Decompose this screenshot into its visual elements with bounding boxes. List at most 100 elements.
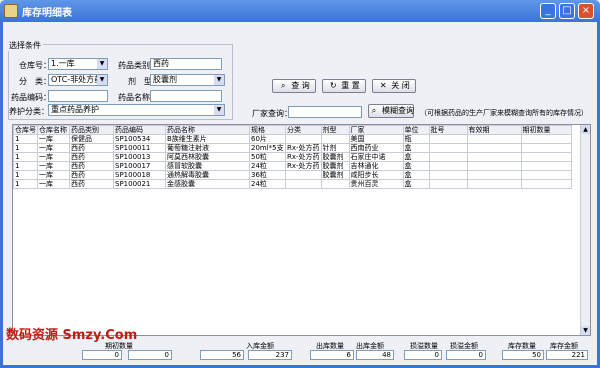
table-cell <box>466 152 522 162</box>
table-cell: 1 <box>13 152 38 162</box>
maker-label: 厂家查询： <box>252 109 292 118</box>
query-button[interactable]: ⌕ 查 询 <box>272 79 316 93</box>
column-header[interactable]: 分类 <box>285 125 322 135</box>
warehouse-value: 1.一库 <box>51 59 75 68</box>
table-cell <box>520 143 572 153</box>
minimize-button[interactable]: _ <box>540 3 556 19</box>
table-body: 1 一库 保健品 SP100534 B族维生素片 60片 美国瓶 1 一库 西药 SP100011 葡… <box>13 134 572 189</box>
category-input[interactable]: 西药 <box>150 58 222 70</box>
table-cell: 36粒 <box>249 170 286 180</box>
table-cell: SP100018 <box>113 170 166 180</box>
table-cell: 石家庄中诺 <box>348 152 404 162</box>
table-cell: Rx-处方药 <box>285 152 322 162</box>
search-icon: ⌕ <box>371 106 377 115</box>
table-cell <box>466 179 522 189</box>
table-cell <box>320 179 350 189</box>
inventory-table[interactable]: 仓库号 仓库名称 药品类别 药品编码 药品名称 规格 分类 剂型 厂家 单位 批号 有效期 期初数量 1… <box>12 124 591 336</box>
search-icon: ⌕ <box>280 81 286 90</box>
out-qty-value: 6 <box>310 350 354 360</box>
table-row[interactable]: 1 一库 西药 SP100011 葡萄糖注射液 20ml*5支 Rx-处方药 针剂 西南药业盒 <box>13 143 572 153</box>
table-cell <box>285 179 322 189</box>
form-select[interactable]: 胶囊剂 ▼ <box>150 74 225 86</box>
column-header[interactable]: 药品编码 <box>113 125 166 135</box>
care-select[interactable]: 重点药品养护 ▼ <box>48 104 225 116</box>
close-button[interactable]: ✕ 关 闭 <box>372 79 416 93</box>
vertical-scrollbar[interactable]: ▲ ▼ <box>580 125 590 335</box>
window-title: 库存明细表 <box>22 8 72 19</box>
column-header[interactable]: 有效期 <box>466 125 522 135</box>
scroll-down-icon[interactable]: ▼ <box>581 326 590 335</box>
column-header[interactable]: 药品名称 <box>165 125 250 135</box>
table-cell: 金感胶囊 <box>165 179 250 189</box>
table-cell <box>428 152 468 162</box>
table-cell: 一库 <box>37 179 70 189</box>
table-row[interactable]: 1 一库 西药 SP100021 金感胶囊 24粒 贵州百灵盒 <box>13 179 572 189</box>
title-bar: 库存明细表 _ □ × <box>0 0 600 22</box>
in-qty-value: 56 <box>200 350 244 360</box>
maximize-button[interactable]: □ <box>559 3 575 19</box>
table-cell: 西药 <box>69 143 114 153</box>
table-cell: 葡萄糖注射液 <box>165 143 250 153</box>
column-header[interactable]: 剂型 <box>320 125 350 135</box>
table-cell <box>520 161 572 171</box>
scroll-up-icon[interactable]: ▲ <box>581 125 590 134</box>
table-cell: 咸阳步长 <box>348 170 404 180</box>
reset-button[interactable]: ↻ 重 置 <box>322 79 366 93</box>
table-cell: Rx-处方药 <box>285 143 322 153</box>
type-select[interactable]: OTC-非处方药 ▼ <box>48 74 108 86</box>
table-cell: 盒 <box>402 143 430 153</box>
table-cell: 1 <box>13 170 38 180</box>
table-cell: 24粒 <box>249 179 286 189</box>
table-cell: 盒 <box>402 152 430 162</box>
column-header[interactable]: 批号 <box>428 125 468 135</box>
table-row[interactable]: 1 一库 西药 SP100013 阿莫西林胶囊 50粒 Rx-处方药 胶囊剂 石家庄中诺盒 <box>13 152 572 162</box>
column-header[interactable]: 期初数量 <box>520 125 572 135</box>
table-cell <box>520 134 572 144</box>
close-window-button[interactable]: × <box>578 3 594 19</box>
table-cell <box>466 170 522 180</box>
column-header[interactable]: 药品类别 <box>69 125 114 135</box>
chevron-down-icon: ▼ <box>214 105 224 115</box>
code-label: 药品编码： <box>11 93 51 102</box>
column-header[interactable]: 规格 <box>249 125 286 135</box>
table-cell: 西药 <box>69 152 114 162</box>
table-cell: 50粒 <box>249 152 286 162</box>
table-cell <box>466 134 522 144</box>
table-cell: 瓶 <box>402 134 430 144</box>
table-cell <box>428 170 468 180</box>
table-cell: SP100021 <box>113 179 166 189</box>
table-cell: B族维生素片 <box>165 134 250 144</box>
table-cell: 感冒软胶囊 <box>165 161 250 171</box>
column-header[interactable]: 仓库名称 <box>37 125 70 135</box>
table-cell: SP100017 <box>113 161 166 171</box>
fuzzy-search-button[interactable]: ⌕ 模糊查询 <box>368 104 414 118</box>
opening-qty-value: 0 <box>82 350 122 360</box>
table-cell: 阿莫西林胶囊 <box>165 152 250 162</box>
table-cell: 24粒 <box>249 161 286 171</box>
form-value: 胶囊剂 <box>153 75 177 84</box>
table-cell <box>520 179 572 189</box>
table-cell <box>520 170 572 180</box>
name-input[interactable] <box>150 90 222 102</box>
table-row[interactable]: 1 一库 西药 SP100018 通热解毒胶囊 36粒 胶囊剂 咸阳步长盒 <box>13 170 572 180</box>
table-cell: 一库 <box>37 152 70 162</box>
column-header[interactable]: 单位 <box>402 125 430 135</box>
table-cell: 1 <box>13 161 38 171</box>
maker-input[interactable] <box>288 106 362 118</box>
table-header-row: 仓库号 仓库名称 药品类别 药品编码 药品名称 规格 分类 剂型 厂家 单位 批号 有效期 期初数量 <box>13 125 572 135</box>
column-header[interactable]: 仓库号 <box>13 125 38 135</box>
column-header[interactable]: 厂家 <box>348 125 404 135</box>
table-cell <box>285 170 322 180</box>
table-cell: 西药 <box>69 170 114 180</box>
type-label: 分 类： <box>19 77 51 86</box>
code-input[interactable] <box>48 90 108 102</box>
care-value: 重点药品养护 <box>51 105 99 114</box>
type-value: OTC-非处方药 <box>51 75 103 84</box>
filter-group-label: 选择条件 <box>7 40 43 51</box>
warehouse-select[interactable]: 1.一库 ▼ <box>48 58 108 70</box>
table-row[interactable]: 1 一库 保健品 SP100534 B族维生素片 60片 美国瓶 <box>13 134 572 144</box>
table-row[interactable]: 1 一库 西药 SP100017 感冒软胶囊 24粒 Rx-处方药 胶囊剂 吉林通化盒 <box>13 161 572 171</box>
table-cell: 吉林通化 <box>348 161 404 171</box>
table-cell: 通热解毒胶囊 <box>165 170 250 180</box>
table-cell: 1 <box>13 143 38 153</box>
